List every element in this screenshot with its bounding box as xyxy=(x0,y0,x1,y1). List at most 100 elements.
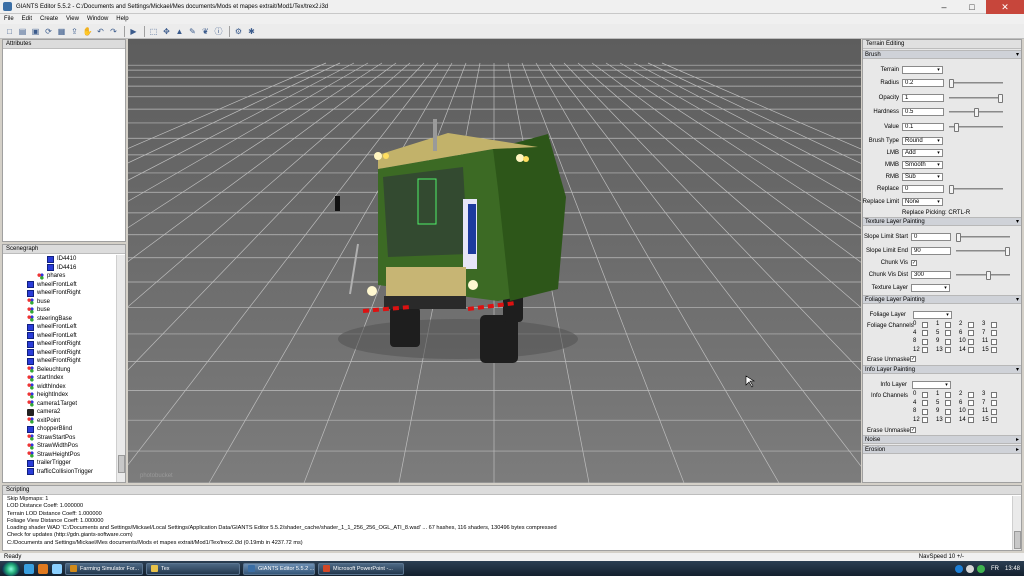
scenegraph-item[interactable]: trailerTrigger xyxy=(3,459,117,468)
channel-checkbox[interactable] xyxy=(991,391,997,398)
scenegraph-item[interactable]: wheelFrontRight xyxy=(3,349,117,358)
select-icon[interactable]: ⬚ xyxy=(148,26,159,37)
scenegraph-item[interactable]: chopperBlind xyxy=(3,425,117,434)
radius-input[interactable]: 0.2 xyxy=(902,79,944,87)
channel-checkbox[interactable] xyxy=(922,321,928,328)
mmb-select[interactable]: Smooth ▾ xyxy=(902,161,943,169)
channel-checkbox[interactable] xyxy=(968,321,974,328)
scrollbar-thumb[interactable] xyxy=(118,455,125,473)
language-indicator[interactable]: FR xyxy=(991,566,999,572)
value-input[interactable]: 0.1 xyxy=(902,123,944,131)
save-icon[interactable]: ▣ xyxy=(30,26,41,37)
scenegraph-item[interactable]: StrawStartPos xyxy=(3,434,117,443)
scenegraph-item[interactable]: trafficCollisionTrigger xyxy=(3,468,117,477)
opacity-input[interactable]: 1 xyxy=(902,94,944,102)
scenegraph-item[interactable]: camera1Target xyxy=(3,400,117,409)
texture-layer-select[interactable]: ▾ xyxy=(911,284,950,292)
scenegraph-item[interactable]: wheelFrontLeft xyxy=(3,323,117,332)
scenegraph-item[interactable]: StrawWidthPos xyxy=(3,442,117,451)
channel-checkbox[interactable] xyxy=(945,330,951,337)
menu-window[interactable]: Window xyxy=(83,16,112,22)
foliage-layer-select[interactable]: ▾ xyxy=(913,311,952,319)
channel-checkbox[interactable] xyxy=(945,321,951,328)
save-as-icon[interactable]: ▦ xyxy=(56,26,67,37)
scrollbar-thumb[interactable] xyxy=(1014,531,1021,549)
foliage-erase-unmasked-checkbox[interactable]: ✓ xyxy=(910,356,916,362)
channel-checkbox[interactable] xyxy=(991,400,997,407)
rmb-select[interactable]: Sub ▾ xyxy=(902,173,943,181)
menu-create[interactable]: Create xyxy=(36,16,62,22)
channel-checkbox[interactable] xyxy=(922,338,928,345)
channel-checkbox[interactable] xyxy=(991,347,997,354)
info-layer-icon[interactable]: ⓘ xyxy=(213,26,224,37)
help-icon[interactable]: ✱ xyxy=(246,26,257,37)
scenegraph-item[interactable]: Beleuchtung xyxy=(3,366,117,375)
3d-viewport[interactable]: photobucket xyxy=(128,39,861,483)
scenegraph-item[interactable]: wheelFrontRight xyxy=(3,357,117,366)
reload-icon[interactable]: ⟳ xyxy=(43,26,54,37)
taskbar-task[interactable]: Microsoft PowerPoint -... xyxy=(318,562,404,575)
channel-checkbox[interactable] xyxy=(968,391,974,398)
undo-icon[interactable]: ↶ xyxy=(95,26,106,37)
channel-checkbox[interactable] xyxy=(922,391,928,398)
channel-checkbox[interactable] xyxy=(991,417,997,424)
radius-slider[interactable] xyxy=(949,79,1003,88)
lmb-select[interactable]: Add ▾ xyxy=(902,149,943,157)
scenegraph-item[interactable]: ID4410 xyxy=(3,255,117,264)
channel-checkbox[interactable] xyxy=(922,400,928,407)
terrain-icon[interactable]: ▲ xyxy=(174,26,185,37)
chunk-vis-checkbox[interactable]: ✓ xyxy=(911,260,917,266)
channel-checkbox[interactable] xyxy=(968,347,974,354)
taskbar-task[interactable]: Tex xyxy=(146,562,240,575)
channel-checkbox[interactable] xyxy=(991,330,997,337)
quicklaunch-desktop-icon[interactable] xyxy=(24,563,34,574)
channel-checkbox[interactable] xyxy=(922,330,928,337)
quicklaunch-browser-icon[interactable] xyxy=(52,563,62,574)
chunk-vis-dist-slider[interactable] xyxy=(956,271,1010,280)
channel-checkbox[interactable] xyxy=(922,408,928,415)
channel-checkbox[interactable] xyxy=(945,347,951,354)
erosion-section-header[interactable]: Erosion ▸ xyxy=(863,445,1021,454)
scenegraph-item[interactable]: camera2 xyxy=(3,408,117,417)
scenegraph-item[interactable]: heightIndex xyxy=(3,391,117,400)
scenegraph-item[interactable]: startIndex xyxy=(3,374,117,383)
scenegraph-item[interactable]: wheelFrontLeft xyxy=(3,332,117,341)
menu-view[interactable]: View xyxy=(62,16,83,22)
slope-limit-start-input[interactable]: 0 xyxy=(911,233,951,241)
channel-checkbox[interactable] xyxy=(968,338,974,345)
scenegraph-item[interactable]: phares xyxy=(3,272,117,281)
channel-checkbox[interactable] xyxy=(945,391,951,398)
menu-file[interactable]: File xyxy=(0,16,18,22)
channel-checkbox[interactable] xyxy=(945,400,951,407)
tray-volume-icon[interactable] xyxy=(965,564,974,573)
scripting-scrollbar[interactable] xyxy=(1012,496,1021,550)
channel-checkbox[interactable] xyxy=(945,417,951,424)
replace-slider[interactable] xyxy=(949,185,1003,194)
hardness-slider[interactable] xyxy=(949,108,1003,117)
channel-checkbox[interactable] xyxy=(922,347,928,354)
maximize-button[interactable]: □ xyxy=(958,0,986,14)
scenegraph-item[interactable]: ID4416 xyxy=(3,264,117,273)
brush-type-select[interactable]: Round ▾ xyxy=(902,137,943,145)
scenegraph-item[interactable]: buse xyxy=(3,298,117,307)
foliage-icon[interactable]: ❦ xyxy=(200,26,211,37)
info-erase-unmasked-checkbox[interactable]: ✓ xyxy=(910,427,916,433)
scenegraph-item[interactable]: wheelFrontRight xyxy=(3,289,117,298)
channel-checkbox[interactable] xyxy=(991,321,997,328)
quicklaunch-media-icon[interactable] xyxy=(38,563,48,574)
slope-limit-start-slider[interactable] xyxy=(956,233,1010,242)
foliage-layer-section-header[interactable]: Foliage Layer Painting ▾ xyxy=(863,295,1021,304)
hardness-input[interactable]: 0.5 xyxy=(902,108,944,116)
play-icon[interactable]: ▶ xyxy=(128,26,139,37)
value-slider[interactable] xyxy=(949,123,1003,132)
opacity-slider[interactable] xyxy=(949,94,1003,103)
texture-layer-section-header[interactable]: Texture Layer Painting ▾ xyxy=(863,217,1021,226)
menu-edit[interactable]: Edit xyxy=(18,16,36,22)
scenegraph-item[interactable]: steeringBase xyxy=(3,315,117,324)
channel-checkbox[interactable] xyxy=(922,417,928,424)
start-button[interactable] xyxy=(2,561,20,576)
paint-icon[interactable]: ✎ xyxy=(187,26,198,37)
menu-help[interactable]: Help xyxy=(112,16,132,22)
channel-checkbox[interactable] xyxy=(991,408,997,415)
taskbar-task[interactable]: GIANTS Editor 5.5.2 ... xyxy=(243,562,315,575)
